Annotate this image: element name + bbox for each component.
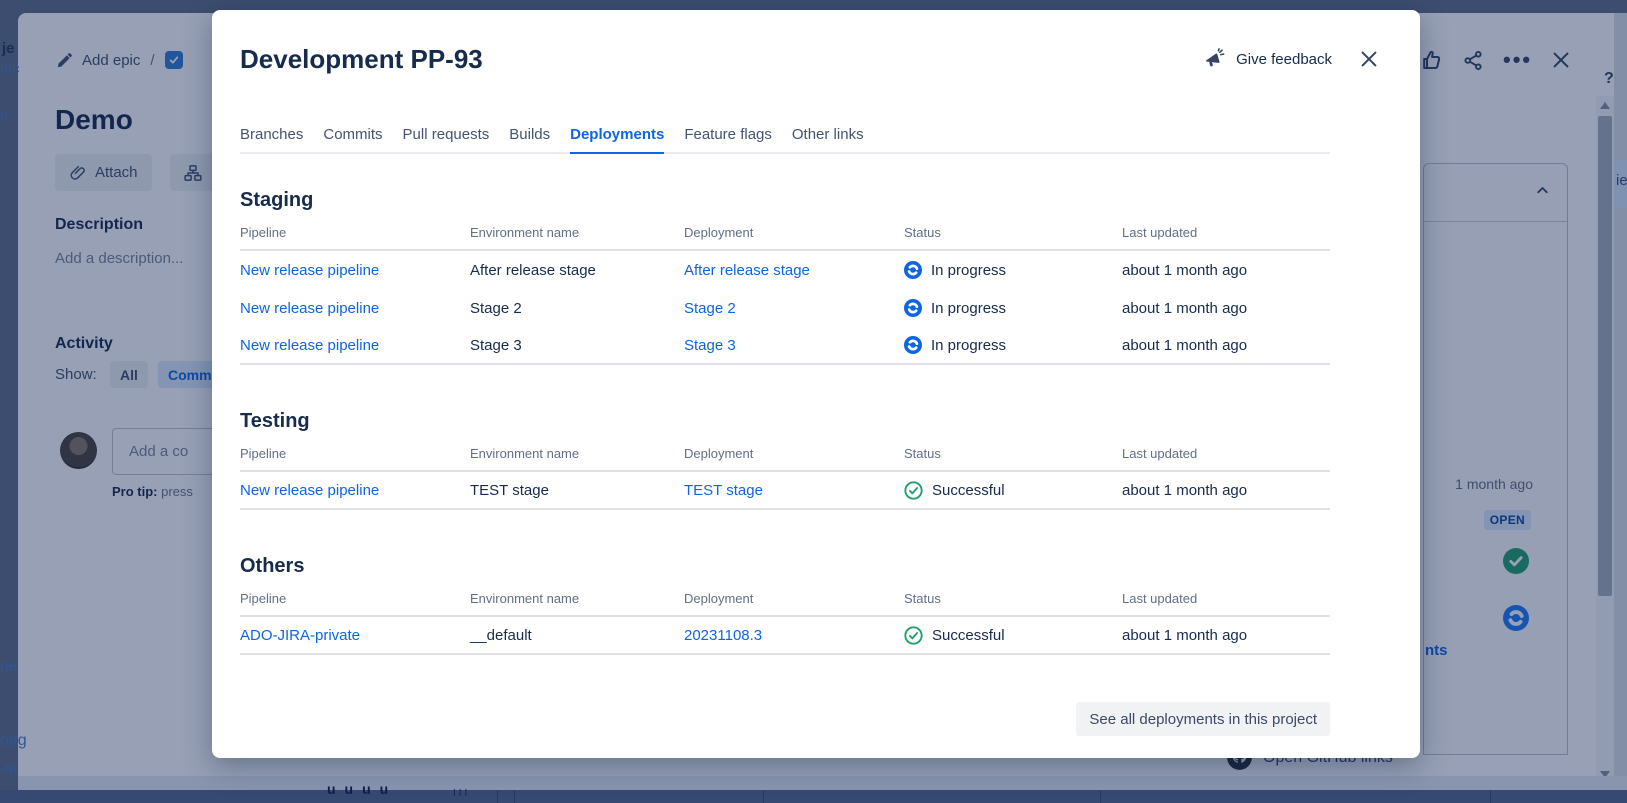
deployment-link[interactable]: After release stage [684,262,904,279]
pipeline-link[interactable]: ADO-JIRA-private [240,627,470,644]
tab-branches[interactable]: Branches [240,126,303,152]
pipeline-link[interactable]: New release pipeline [240,300,470,317]
success-icon [904,626,923,645]
column-header: Last updated [1122,225,1330,240]
table-row: ADO-JIRA-private__default20231108.3 Succe… [240,617,1330,655]
tab-pull-requests[interactable]: Pull requests [403,126,490,152]
column-header: Status [904,225,1122,240]
tab-feature-flags[interactable]: Feature flags [684,126,772,152]
deployment-link[interactable]: TEST stage [684,482,904,499]
last-updated: about 1 month ago [1122,627,1330,644]
table-row: New release pipelineAfter release stageA… [240,251,1330,289]
status-label: In progress [931,300,1006,317]
tab-commits[interactable]: Commits [323,126,382,152]
close-dialog-icon[interactable] [1358,48,1380,70]
section-title: Others [240,552,1330,580]
tab-deployments[interactable]: Deployments [570,126,664,154]
table-row: New release pipelineTEST stageTEST stage… [240,472,1330,510]
section-staging: Staging PipelineEnvironment nameDeploymen… [240,186,1330,365]
pipeline-link[interactable]: New release pipeline [240,337,470,354]
table-row: New release pipelineStage 2Stage 2In pro… [240,289,1330,327]
column-header: Deployment [684,446,904,461]
tab-other-links[interactable]: Other links [792,126,864,152]
give-feedback-button[interactable]: Give feedback [1236,51,1332,68]
dialog-title: Development PP-93 [240,44,483,75]
section-title: Staging [240,186,1330,214]
last-updated: about 1 month ago [1122,300,1330,317]
in-progress-icon [904,336,922,354]
status-label: Successful [932,482,1005,499]
status-label: In progress [931,337,1006,354]
deployment-link[interactable]: 20231108.3 [684,627,904,644]
section-title: Testing [240,407,1330,435]
deployments-content: StagingPipelineEnvironment nameDeploymen… [240,186,1330,697]
environment-name: Stage 2 [470,300,684,317]
last-updated: about 1 month ago [1122,262,1330,279]
last-updated: about 1 month ago [1122,482,1330,499]
section-others: Others PipelineEnvironment nameDeployment… [240,552,1330,655]
table-header-row: PipelineEnvironment nameDeploymentStatus… [240,446,1330,472]
in-progress-icon [904,261,922,279]
status-label: Successful [932,627,1005,644]
tab-builds[interactable]: Builds [509,126,550,152]
deployment-link[interactable]: Stage 2 [684,300,904,317]
column-header: Environment name [470,446,684,461]
status-cell: Successful [904,626,1122,645]
status-cell: In progress [904,261,1122,279]
column-header: Environment name [470,591,684,606]
column-header: Pipeline [240,225,470,240]
see-all-deployments-button[interactable]: See all deployments in this project [1076,702,1330,736]
status-cell: In progress [904,336,1122,354]
status-label: In progress [931,262,1006,279]
megaphone-icon [1204,48,1226,70]
pipeline-link[interactable]: New release pipeline [240,262,470,279]
column-header: Pipeline [240,446,470,461]
in-progress-icon [904,299,922,317]
column-header: Deployment [684,591,904,606]
dialog-tabs: Branches Commits Pull requests Builds Deploy… [240,126,1330,154]
status-cell: In progress [904,299,1122,317]
development-dialog: Development PP-93 Give feedback Branches… [212,10,1420,758]
pipeline-link[interactable]: New release pipeline [240,482,470,499]
table-header-row: PipelineEnvironment nameDeploymentStatus… [240,591,1330,617]
environment-name: __default [470,627,684,644]
column-header: Environment name [470,225,684,240]
column-header: Status [904,591,1122,606]
table-header-row: PipelineEnvironment nameDeploymentStatus… [240,225,1330,251]
table-row: New release pipelineStage 3Stage 3In pro… [240,327,1330,365]
last-updated: about 1 month ago [1122,337,1330,354]
section-testing: Testing PipelineEnvironment nameDeploymen… [240,407,1330,510]
success-icon [904,481,923,500]
column-header: Status [904,446,1122,461]
column-header: Pipeline [240,591,470,606]
deployment-link[interactable]: Stage 3 [684,337,904,354]
environment-name: Stage 3 [470,337,684,354]
environment-name: TEST stage [470,482,684,499]
environment-name: After release stage [470,262,684,279]
column-header: Last updated [1122,591,1330,606]
status-cell: Successful [904,481,1122,500]
column-header: Deployment [684,225,904,240]
column-header: Last updated [1122,446,1330,461]
